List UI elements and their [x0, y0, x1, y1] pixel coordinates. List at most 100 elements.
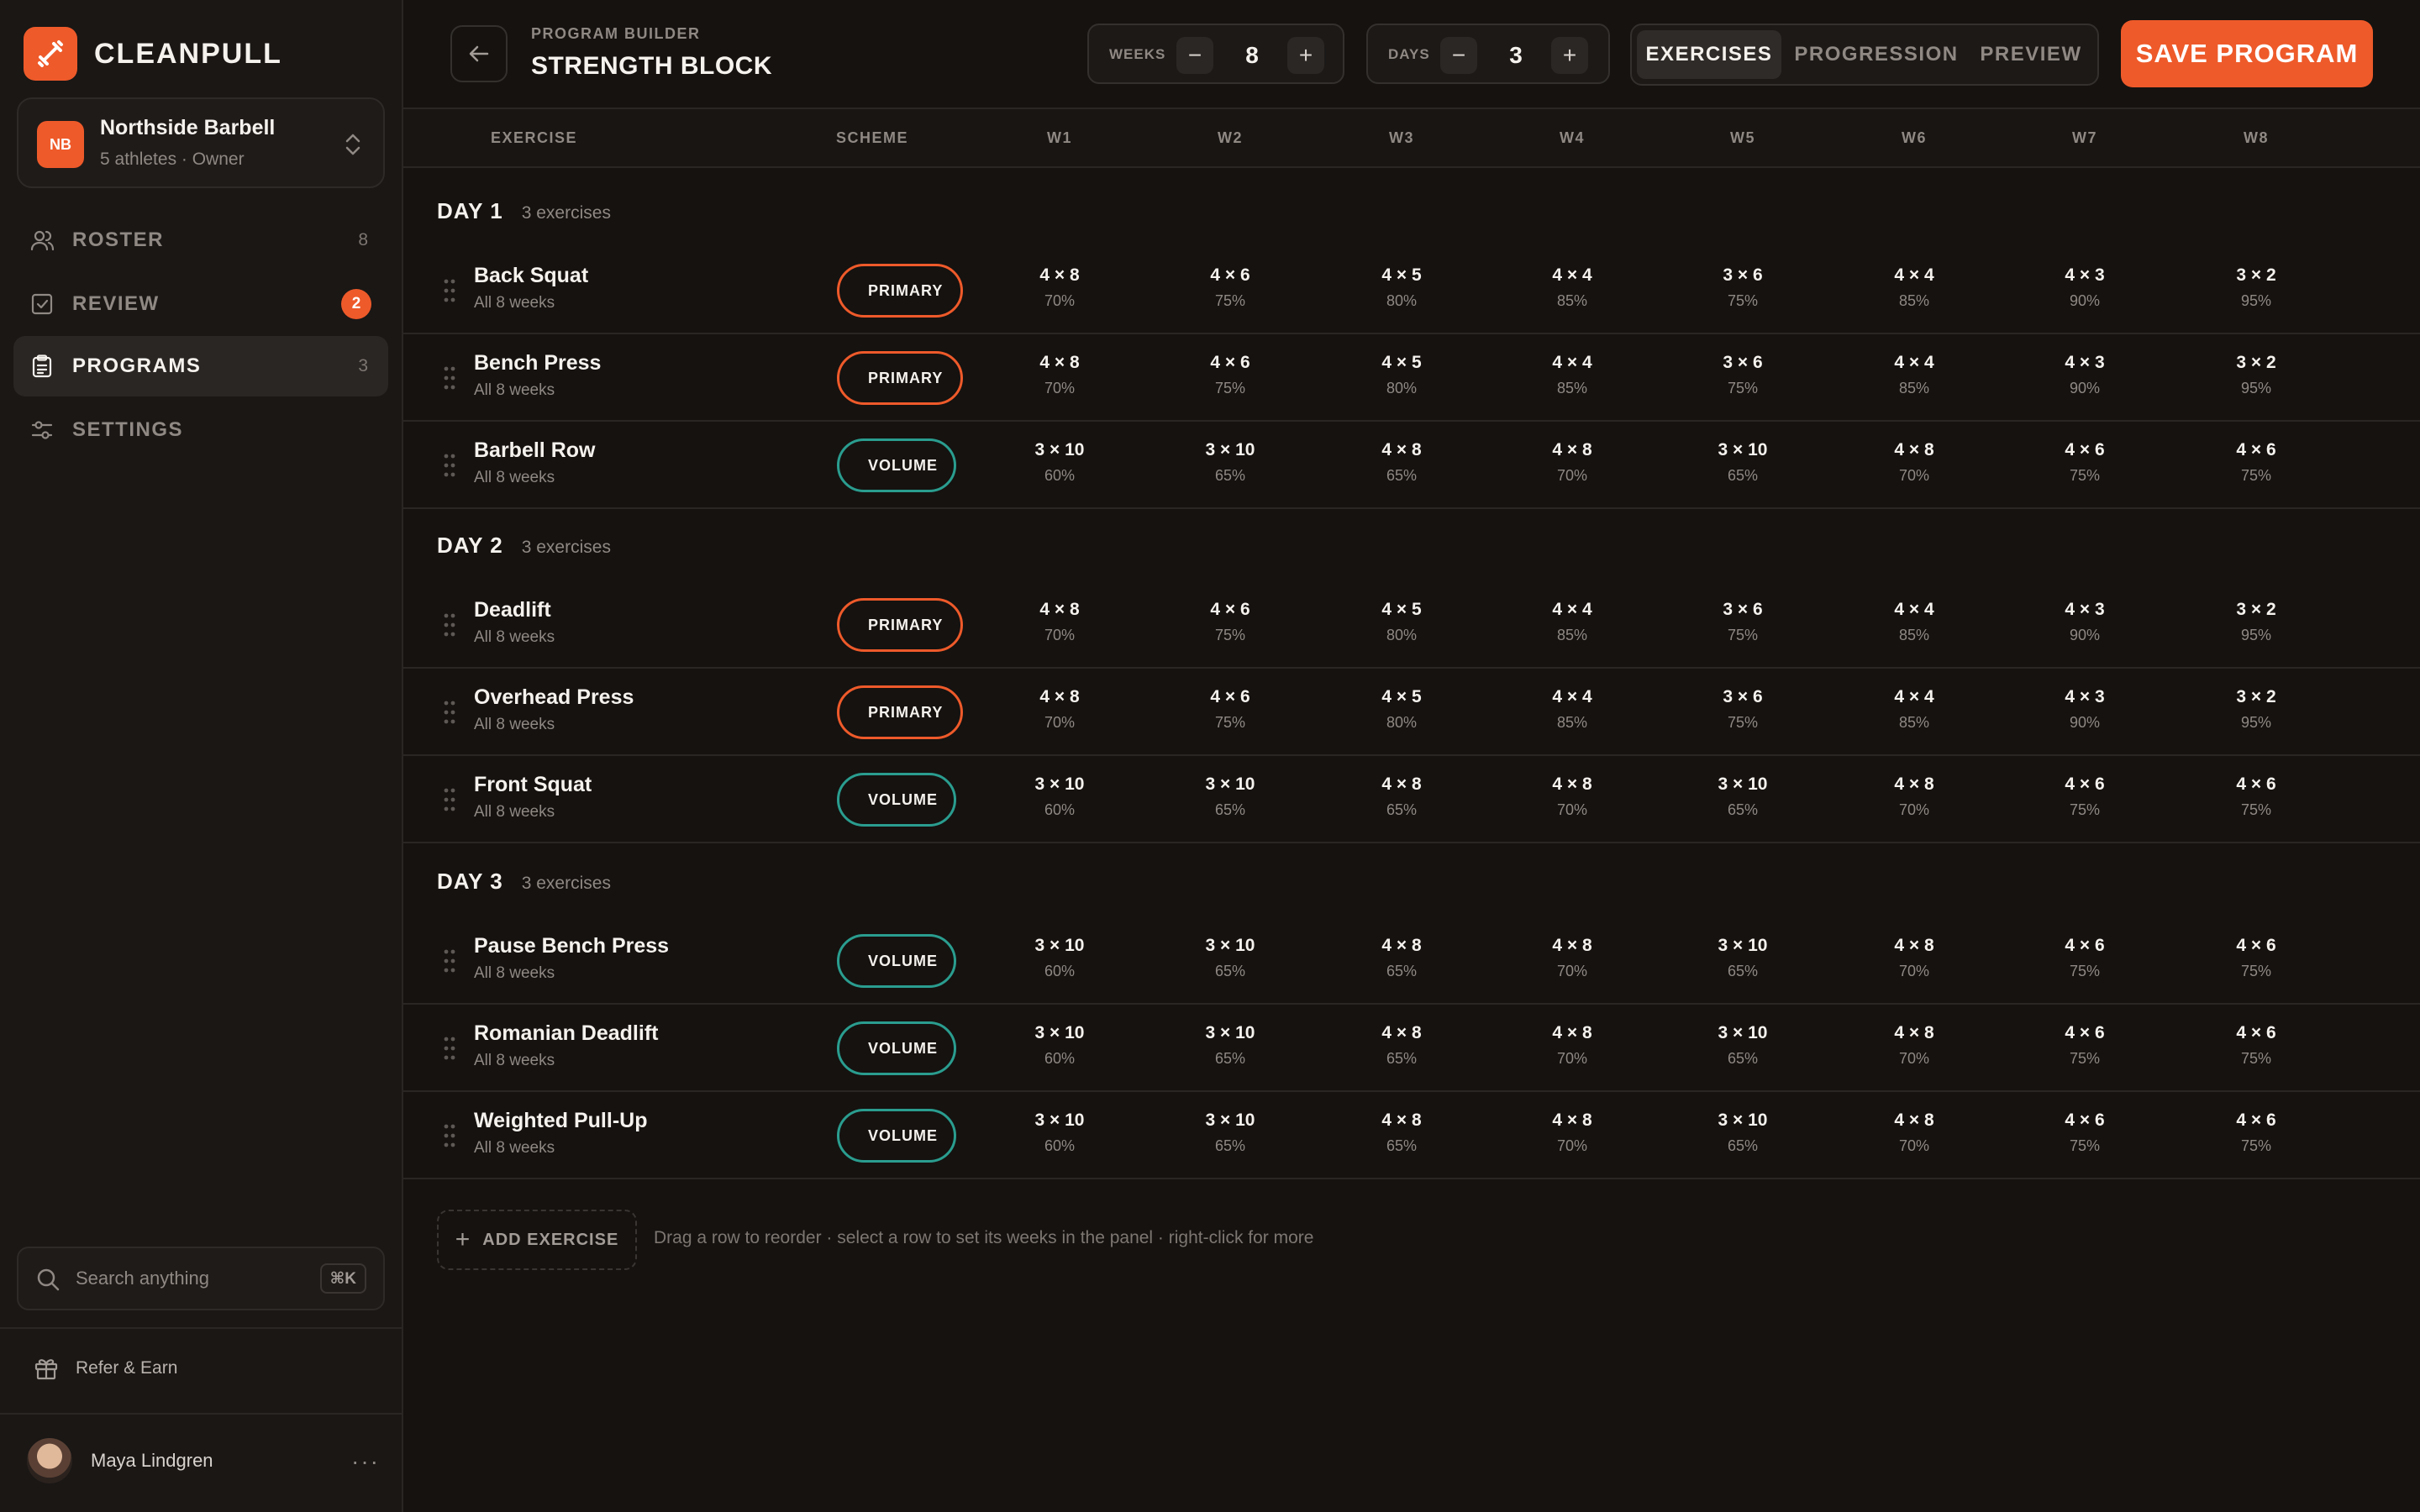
week-cell[interactable]: 4 × 4 85% — [1522, 687, 1623, 732]
week-cell[interactable]: 4 × 8 65% — [1351, 774, 1452, 819]
drag-handle-icon[interactable] — [444, 699, 455, 730]
week-cell[interactable]: 4 × 6 75% — [2034, 1110, 2135, 1155]
week-cell[interactable]: 4 × 5 80% — [1351, 600, 1452, 644]
week-cell[interactable]: 4 × 8 70% — [1522, 1023, 1623, 1068]
week-cell[interactable]: 3 × 2 95% — [2206, 265, 2307, 310]
drag-handle-icon[interactable] — [444, 786, 455, 817]
week-cell[interactable]: 3 × 2 95% — [2206, 687, 2307, 732]
week-cell[interactable]: 4 × 3 90% — [2034, 687, 2135, 732]
week-cell[interactable]: 3 × 10 60% — [1009, 1023, 1110, 1068]
week-cell[interactable]: 3 × 6 75% — [1692, 353, 1793, 397]
drag-handle-icon[interactable] — [444, 452, 455, 483]
week-cell[interactable]: 4 × 3 90% — [2034, 353, 2135, 397]
week-cell[interactable]: 3 × 10 60% — [1009, 440, 1110, 485]
week-cell[interactable]: 4 × 6 75% — [2206, 936, 2307, 980]
week-cell[interactable]: 3 × 6 75% — [1692, 265, 1793, 310]
scheme-badge[interactable]: VOLUME — [837, 773, 956, 827]
scheme-badge[interactable]: PRIMARY — [837, 598, 963, 652]
week-cell[interactable]: 4 × 8 70% — [1522, 774, 1623, 819]
week-cell[interactable]: 4 × 6 75% — [2206, 440, 2307, 485]
week-cell[interactable]: 4 × 4 85% — [1864, 687, 1965, 732]
week-cell[interactable]: 3 × 10 60% — [1009, 936, 1110, 980]
days-decrement-button[interactable]: − — [1440, 37, 1477, 74]
brand[interactable]: CLEANPULL — [24, 27, 282, 81]
scheme-badge[interactable]: PRIMARY — [837, 264, 963, 318]
more-icon[interactable]: ··· — [351, 1448, 380, 1475]
week-cell[interactable]: 4 × 6 75% — [2034, 774, 2135, 819]
week-cell[interactable]: 3 × 10 65% — [1180, 1110, 1281, 1155]
week-cell[interactable]: 4 × 8 70% — [1009, 600, 1110, 644]
weeks-decrement-button[interactable]: − — [1176, 37, 1213, 74]
table-row[interactable]: Deadlift All 8 weeks PRIMARY 4 × 8 70% 4 × 6 7… — [403, 581, 2420, 669]
week-cell[interactable]: 4 × 6 75% — [1180, 687, 1281, 732]
table-row[interactable]: Back Squat All 8 weeks PRIMARY 4 × 8 70% 4 × … — [403, 247, 2420, 334]
week-cell[interactable]: 4 × 6 75% — [1180, 353, 1281, 397]
back-button[interactable] — [450, 25, 508, 82]
week-cell[interactable]: 4 × 6 75% — [1180, 265, 1281, 310]
week-cell[interactable]: 3 × 10 65% — [1180, 440, 1281, 485]
sidebar-item-programs[interactable]: PROGRAMS 3 — [13, 336, 388, 396]
week-cell[interactable]: 4 × 6 75% — [2206, 1110, 2307, 1155]
week-cell[interactable]: 4 × 5 80% — [1351, 687, 1452, 732]
scheme-badge[interactable]: VOLUME — [837, 438, 956, 492]
week-cell[interactable]: 3 × 10 65% — [1692, 774, 1793, 819]
week-cell[interactable]: 4 × 8 70% — [1522, 1110, 1623, 1155]
scheme-badge[interactable]: VOLUME — [837, 934, 956, 988]
week-cell[interactable]: 4 × 8 70% — [1009, 687, 1110, 732]
week-cell[interactable]: 3 × 2 95% — [2206, 600, 2307, 644]
table-row[interactable]: Bench Press All 8 weeks PRIMARY 4 × 8 70% 4 ×… — [403, 334, 2420, 422]
drag-handle-icon[interactable] — [444, 1122, 455, 1153]
week-cell[interactable]: 4 × 8 70% — [1864, 936, 1965, 980]
week-cell[interactable]: 4 × 8 70% — [1864, 1110, 1965, 1155]
week-cell[interactable]: 4 × 3 90% — [2034, 600, 2135, 644]
scheme-badge[interactable]: VOLUME — [837, 1109, 956, 1163]
week-cell[interactable]: 4 × 8 65% — [1351, 1110, 1452, 1155]
scheme-badge[interactable]: VOLUME — [837, 1021, 956, 1075]
user-profile[interactable]: Maya Lindgren — [27, 1438, 213, 1483]
org-switcher[interactable]: NB Northside Barbell 5 athletes · Owner — [17, 97, 385, 188]
week-cell[interactable]: 4 × 4 85% — [1864, 353, 1965, 397]
table-row[interactable]: Weighted Pull-Up All 8 weeks VOLUME 3 × 10 6… — [403, 1092, 2420, 1179]
week-cell[interactable]: 3 × 10 65% — [1180, 1023, 1281, 1068]
table-row[interactable]: Overhead Press All 8 weeks PRIMARY 4 × 8 70%… — [403, 669, 2420, 756]
week-cell[interactable]: 3 × 10 65% — [1692, 1110, 1793, 1155]
drag-handle-icon[interactable] — [444, 365, 455, 396]
week-cell[interactable]: 3 × 10 65% — [1692, 936, 1793, 980]
add-exercise-button[interactable]: + ADD EXERCISE — [437, 1210, 637, 1270]
week-cell[interactable]: 4 × 4 85% — [1522, 265, 1623, 310]
week-cell[interactable]: 3 × 10 60% — [1009, 1110, 1110, 1155]
week-cell[interactable]: 4 × 6 75% — [1180, 600, 1281, 644]
week-cell[interactable]: 4 × 8 70% — [1009, 265, 1110, 310]
scheme-badge[interactable]: PRIMARY — [837, 351, 963, 405]
weeks-increment-button[interactable]: + — [1287, 37, 1324, 74]
tab-preview[interactable]: PREVIEW — [1970, 30, 2092, 79]
days-increment-button[interactable]: + — [1551, 37, 1588, 74]
week-cell[interactable]: 4 × 4 85% — [1522, 600, 1623, 644]
week-cell[interactable]: 4 × 8 70% — [1864, 774, 1965, 819]
drag-handle-icon[interactable] — [444, 1035, 455, 1066]
scheme-badge[interactable]: PRIMARY — [837, 685, 963, 739]
sidebar-item-roster[interactable]: ROSTER 8 — [13, 210, 388, 270]
week-cell[interactable]: 4 × 8 65% — [1351, 440, 1452, 485]
sidebar-item-review[interactable]: REVIEW 2 — [13, 274, 388, 334]
week-cell[interactable]: 4 × 8 65% — [1351, 936, 1452, 980]
drag-handle-icon[interactable] — [444, 948, 455, 979]
tab-exercises[interactable]: EXERCISES — [1637, 30, 1781, 79]
week-cell[interactable]: 3 × 10 65% — [1180, 774, 1281, 819]
week-cell[interactable]: 4 × 6 75% — [2034, 1023, 2135, 1068]
table-row[interactable]: Pause Bench Press All 8 weeks VOLUME 3 × 10… — [403, 917, 2420, 1005]
week-cell[interactable]: 4 × 8 65% — [1351, 1023, 1452, 1068]
week-cell[interactable]: 4 × 8 70% — [1864, 440, 1965, 485]
week-cell[interactable]: 4 × 8 70% — [1522, 936, 1623, 980]
tab-progression[interactable]: PROGRESSION — [1788, 30, 1965, 79]
week-cell[interactable]: 4 × 4 85% — [1522, 353, 1623, 397]
week-cell[interactable]: 4 × 4 85% — [1864, 265, 1965, 310]
week-cell[interactable]: 4 × 6 75% — [2034, 936, 2135, 980]
week-cell[interactable]: 3 × 10 60% — [1009, 774, 1110, 819]
week-cell[interactable]: 3 × 6 75% — [1692, 600, 1793, 644]
drag-handle-icon[interactable] — [444, 277, 455, 308]
table-row[interactable]: Front Squat All 8 weeks VOLUME 3 × 10 60% 3 ×… — [403, 756, 2420, 843]
table-row[interactable]: Romanian Deadlift All 8 weeks VOLUME 3 × 10… — [403, 1005, 2420, 1092]
week-cell[interactable]: 4 × 6 75% — [2206, 774, 2307, 819]
save-program-button[interactable]: SAVE PROGRAM — [2121, 20, 2373, 87]
